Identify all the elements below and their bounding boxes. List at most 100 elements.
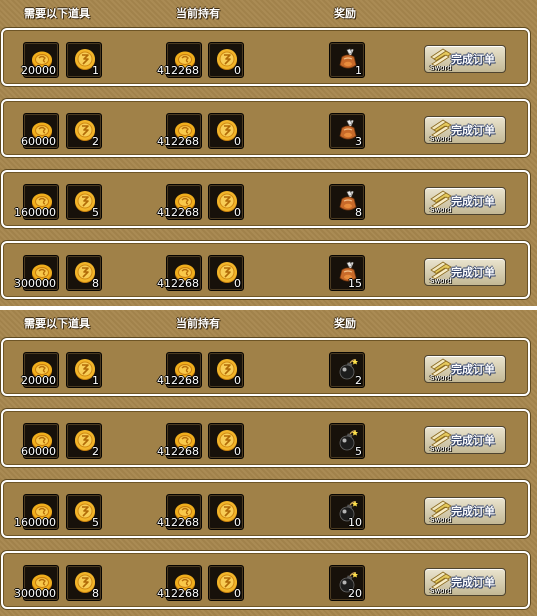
reward-slot-count: 15 <box>348 277 362 290</box>
complete-order-button[interactable]: Sword 完成订单 <box>424 355 506 383</box>
held-token-slot-count: 0 <box>234 516 241 529</box>
reward-slot[interactable]: 8 <box>329 184 365 220</box>
held-token-slot-count: 0 <box>234 64 241 77</box>
held-coin-slot-count: 412268 <box>157 277 199 290</box>
held-coin-slot[interactable]: 412268 <box>157 42 202 78</box>
reward-slot-count: 3 <box>355 135 362 148</box>
header-current-holdings: 当前持有 <box>176 317 220 330</box>
complete-order-label: 完成订单 <box>451 53 495 66</box>
required-coin-slot-count: 300000 <box>14 587 56 600</box>
required-coin-slot-count: 160000 <box>14 206 56 219</box>
held-coin-slot[interactable]: 412268 <box>157 565 202 601</box>
order-row: 160000 5 412268 0 8 Sword 完成订单 <box>1 170 530 228</box>
required-token-slot[interactable]: 2 <box>66 113 102 149</box>
held-token-slot-count: 0 <box>234 445 241 458</box>
complete-order-button[interactable]: Sword 完成订单 <box>424 568 506 596</box>
required-token-slot-count: 5 <box>92 206 99 219</box>
header-current-holdings: 当前持有 <box>176 7 220 20</box>
required-coin-slot[interactable]: 300000 <box>14 565 59 601</box>
complete-order-label: 完成订单 <box>451 266 495 279</box>
reward-slot-count: 8 <box>355 206 362 219</box>
held-token-slot-count: 0 <box>234 135 241 148</box>
complete-order-button[interactable]: Sword 完成订单 <box>424 426 506 454</box>
order-row: 20000 1 412268 0 1 Sword 完成订单 <box>1 28 530 86</box>
held-token-slot[interactable]: 0 <box>208 255 244 291</box>
complete-order-button[interactable]: Sword 完成订单 <box>424 258 506 286</box>
required-coin-slot-count: 300000 <box>14 277 56 290</box>
ticket-caption: Sword <box>430 277 452 285</box>
header-required-items: 需要以下道具 <box>24 7 90 20</box>
header-reward: 奖励 <box>334 317 356 330</box>
required-coin-slot-count: 20000 <box>21 374 56 387</box>
required-coin-slot[interactable]: 60000 <box>21 423 59 459</box>
required-token-slot-count: 2 <box>92 445 99 458</box>
held-coin-slot-count: 412268 <box>157 374 199 387</box>
held-coin-slot[interactable]: 412268 <box>157 494 202 530</box>
complete-order-label: 完成订单 <box>451 434 495 447</box>
reward-slot[interactable]: 2 <box>329 352 365 388</box>
held-coin-slot[interactable]: 412268 <box>157 255 202 291</box>
header-reward: 奖励 <box>334 7 356 20</box>
required-token-slot[interactable]: 5 <box>66 494 102 530</box>
held-token-slot[interactable]: 0 <box>208 423 244 459</box>
held-coin-slot[interactable]: 412268 <box>157 423 202 459</box>
reward-slot[interactable]: 20 <box>329 565 365 601</box>
order-row: 300000 8 412268 0 20 Sword 完成订单 <box>1 551 530 609</box>
required-token-slot[interactable]: 5 <box>66 184 102 220</box>
order-panel-1: 需要以下道具 当前持有 奖励 20000 1 412268 0 1 Sword 完成订单 60… <box>0 0 537 306</box>
held-token-slot[interactable]: 0 <box>208 113 244 149</box>
required-coin-slot[interactable]: 300000 <box>14 255 59 291</box>
required-token-slot[interactable]: 1 <box>66 352 102 388</box>
complete-order-button[interactable]: Sword 完成订单 <box>424 116 506 144</box>
order-panel-2: 需要以下道具 当前持有 奖励 20000 1 412268 0 2 Sword 完成订单 60… <box>0 310 537 616</box>
complete-order-button[interactable]: Sword 完成订单 <box>424 187 506 215</box>
required-token-slot-count: 1 <box>92 64 99 77</box>
held-token-slot[interactable]: 0 <box>208 184 244 220</box>
held-token-slot-count: 0 <box>234 374 241 387</box>
ticket-caption: Sword <box>430 206 452 214</box>
reward-slot[interactable]: 1 <box>329 42 365 78</box>
held-token-slot-count: 0 <box>234 277 241 290</box>
reward-slot[interactable]: 5 <box>329 423 365 459</box>
required-coin-slot[interactable]: 60000 <box>21 113 59 149</box>
ticket-caption: Sword <box>430 445 452 453</box>
required-token-slot[interactable]: 8 <box>66 565 102 601</box>
required-coin-slot-count: 60000 <box>21 135 56 148</box>
required-token-slot[interactable]: 2 <box>66 423 102 459</box>
required-token-slot[interactable]: 1 <box>66 42 102 78</box>
ticket-caption: Sword <box>430 135 452 143</box>
required-coin-slot[interactable]: 160000 <box>14 494 59 530</box>
held-coin-slot[interactable]: 412268 <box>157 113 202 149</box>
required-token-slot-count: 8 <box>92 277 99 290</box>
held-token-slot[interactable]: 0 <box>208 494 244 530</box>
held-coin-slot-count: 412268 <box>157 516 199 529</box>
held-coin-slot-count: 412268 <box>157 135 199 148</box>
complete-order-button[interactable]: Sword 完成订单 <box>424 497 506 525</box>
required-coin-slot[interactable]: 20000 <box>21 42 59 78</box>
held-coin-slot-count: 412268 <box>157 445 199 458</box>
held-coin-slot-count: 412268 <box>157 64 199 77</box>
reward-slot[interactable]: 10 <box>329 494 365 530</box>
complete-order-button[interactable]: Sword 完成订单 <box>424 45 506 73</box>
held-token-slot[interactable]: 0 <box>208 565 244 601</box>
reward-slot[interactable]: 3 <box>329 113 365 149</box>
order-row: 60000 2 412268 0 3 Sword 完成订单 <box>1 99 530 157</box>
reward-slot[interactable]: 15 <box>329 255 365 291</box>
required-token-slot[interactable]: 8 <box>66 255 102 291</box>
required-coin-slot[interactable]: 160000 <box>14 184 59 220</box>
complete-order-label: 完成订单 <box>451 505 495 518</box>
complete-order-label: 完成订单 <box>451 124 495 137</box>
reward-slot-count: 1 <box>355 64 362 77</box>
held-token-slot[interactable]: 0 <box>208 352 244 388</box>
required-coin-slot-count: 60000 <box>21 445 56 458</box>
order-row: 160000 5 412268 0 10 Sword 完成订单 <box>1 480 530 538</box>
required-token-slot-count: 2 <box>92 135 99 148</box>
held-coin-slot[interactable]: 412268 <box>157 352 202 388</box>
held-coin-slot[interactable]: 412268 <box>157 184 202 220</box>
held-token-slot-count: 0 <box>234 206 241 219</box>
required-coin-slot-count: 160000 <box>14 516 56 529</box>
complete-order-label: 完成订单 <box>451 195 495 208</box>
order-row: 300000 8 412268 0 15 Sword 完成订单 <box>1 241 530 299</box>
required-coin-slot[interactable]: 20000 <box>21 352 59 388</box>
held-token-slot[interactable]: 0 <box>208 42 244 78</box>
